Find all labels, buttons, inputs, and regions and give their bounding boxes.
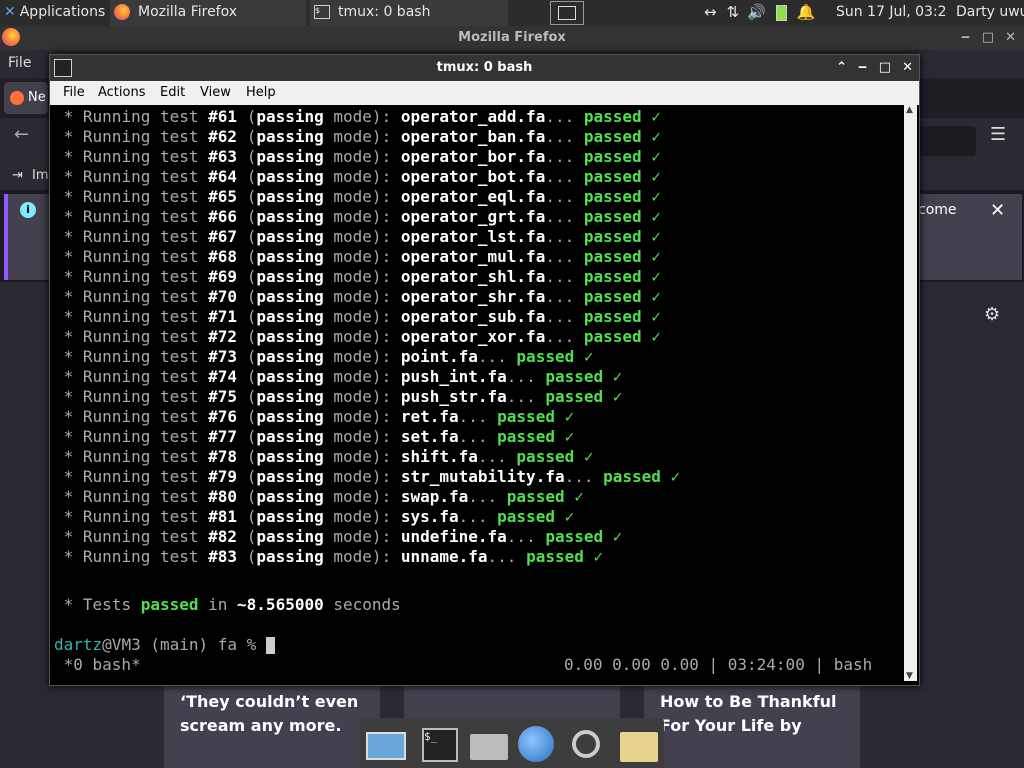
test-line: * Running test #67 (passing mode): opera…	[63, 227, 661, 246]
hamburger-menu-icon[interactable]: ☰	[990, 124, 1006, 145]
show-desktop-icon[interactable]	[364, 724, 406, 764]
clock[interactable]: Sun 17 Jul, 03:24	[836, 0, 946, 26]
applications-menu[interactable]: ✕ Applications	[0, 0, 108, 26]
menu-view[interactable]: View	[200, 81, 231, 105]
close-icon[interactable]: ✕	[1005, 26, 1016, 50]
transfer-icon[interactable]: ⇅	[723, 3, 744, 21]
test-line: * Running test #66 (passing mode): opera…	[63, 207, 661, 226]
test-line: * Running test #64 (passing mode): opera…	[63, 167, 661, 186]
terminal-window: tmux: 0 bash ⌃ ‒ □ ✕ File Actions Edit V…	[49, 54, 920, 686]
test-line: * Running test #68 (passing mode): opera…	[63, 247, 661, 266]
test-line: * Running test #77 (passing mode): set.f…	[63, 427, 575, 446]
terminal-icon: $	[314, 5, 330, 19]
info-icon: i	[20, 202, 36, 218]
menu-help[interactable]: Help	[246, 81, 276, 105]
bookmark-import[interactable]: Im	[32, 168, 49, 183]
test-line: * Running test #76 (passing mode): ret.f…	[63, 407, 575, 426]
xfce-icon: ✕	[4, 4, 16, 20]
test-line: * Running test #74 (passing mode): push_…	[63, 367, 623, 386]
minimize-icon[interactable]: ‒	[858, 55, 867, 81]
dock: $_	[360, 718, 664, 768]
tab-newtab[interactable]: Ne	[4, 82, 48, 114]
test-line: * Running test #83 (passing mode): unnam…	[63, 547, 604, 566]
summary-line: * Tests passed in ~8.565000 seconds	[63, 595, 401, 614]
network-icon[interactable]: ↔	[698, 3, 723, 21]
terminal-output[interactable]: * Running test #83 (passing mode): unnam…	[54, 105, 902, 681]
tmux-status-right: 0.00 0.00 0.00 | 03:24:00 | bash	[564, 655, 873, 674]
back-icon[interactable]: ←	[14, 124, 29, 145]
web-browser-icon[interactable]	[516, 724, 556, 764]
close-icon[interactable]: ✕	[902, 55, 913, 81]
menu-file[interactable]: File	[63, 81, 85, 105]
test-line: * Running test #80 (passing mode): swap.…	[63, 487, 584, 506]
search-icon[interactable]	[566, 724, 606, 764]
maximize-icon[interactable]: □	[982, 26, 994, 50]
test-line: * Running test #79 (passing mode): str_m…	[63, 467, 681, 486]
volume-icon[interactable]: 🔊	[743, 3, 770, 21]
notification-icon[interactable]: 🔔	[793, 3, 820, 21]
window-title: tmux: 0 bash	[436, 60, 533, 75]
terminal-titlebar[interactable]: tmux: 0 bash ⌃ ‒ □ ✕	[50, 55, 919, 81]
test-line: * Running test #71 (passing mode): opera…	[63, 307, 661, 326]
firefox-icon	[2, 28, 20, 46]
test-line: * Running test #81 (passing mode): sys.f…	[63, 507, 575, 526]
scrollbar[interactable]: ▲ ▼	[904, 105, 917, 681]
tray-icons: ↔ ⇅ 🔊 🔔	[698, 0, 828, 26]
firefox-icon	[114, 4, 130, 20]
workspace-switcher[interactable]	[550, 1, 584, 25]
test-line: * Running test #70 (passing mode): opera…	[63, 287, 661, 306]
test-line: * Running test #63 (passing mode): opera…	[63, 147, 661, 166]
test-line: * Running test #75 (passing mode): push_…	[63, 387, 623, 406]
scroll-down-icon[interactable]: ▼	[906, 671, 913, 681]
shell-prompt[interactable]: dartz@VM3 (main) fa %	[54, 635, 275, 655]
card-headline: ‘They couldn’t even scream any more.	[180, 692, 359, 735]
test-line: * Running test #73 (passing mode): point…	[63, 347, 594, 366]
test-line: * Running test #69 (passing mode): opera…	[63, 267, 661, 286]
test-line: * Running test #82 (passing mode): undef…	[63, 527, 623, 546]
import-icon[interactable]: ⇥	[12, 168, 23, 183]
terminal-icon	[558, 6, 576, 20]
file-manager-icon[interactable]	[468, 724, 508, 764]
test-line: * Running test #65 (passing mode): opera…	[63, 187, 661, 206]
firefox-titlebar: Mozilla Firefox ‒ □ ✕	[0, 26, 1024, 50]
notice-accent	[4, 194, 8, 280]
gear-icon[interactable]: ⚙	[984, 304, 1000, 325]
firefox-icon	[10, 90, 24, 105]
scroll-up-icon[interactable]: ▲	[906, 105, 913, 115]
menu-edit[interactable]: Edit	[160, 81, 185, 105]
menu-actions[interactable]: Actions	[98, 81, 146, 105]
user-name[interactable]: Darty uwu	[956, 0, 1024, 26]
test-line: * Running test #62 (passing mode): opera…	[63, 127, 661, 146]
task-firefox[interactable]: Mozilla Firefox	[110, 0, 306, 28]
url-bar[interactable]	[918, 126, 976, 156]
battery-icon[interactable]	[775, 4, 787, 21]
test-line: * Running test #61 (passing mode): opera…	[63, 107, 661, 126]
test-line: * Running test #78 (passing mode): shift…	[63, 447, 594, 466]
cursor	[265, 637, 275, 654]
top-panel: ✕ Applications Mozilla Firefox $ tmux: 0 b…	[0, 0, 1024, 28]
card-headline: How to Be Thankful For Your Life by	[660, 692, 837, 735]
maximize-icon[interactable]: □	[879, 55, 891, 81]
folder-icon[interactable]	[618, 724, 658, 764]
close-icon[interactable]: ✕	[990, 200, 1005, 221]
minimize-icon[interactable]: ‒	[961, 26, 970, 50]
terminal-icon[interactable]: $_	[418, 724, 458, 764]
shade-icon[interactable]: ⌃	[836, 55, 847, 81]
terminal-icon	[54, 59, 72, 77]
terminal-menubar: File Actions Edit View Help	[50, 81, 919, 105]
notice-text: come	[918, 202, 957, 218]
tmux-status-left: *0 bash*	[54, 655, 141, 674]
task-tmux[interactable]: $ tmux: 0 bash	[310, 0, 508, 28]
test-line: * Running test #72 (passing mode): opera…	[63, 327, 661, 346]
menu-file[interactable]: File	[8, 55, 31, 71]
